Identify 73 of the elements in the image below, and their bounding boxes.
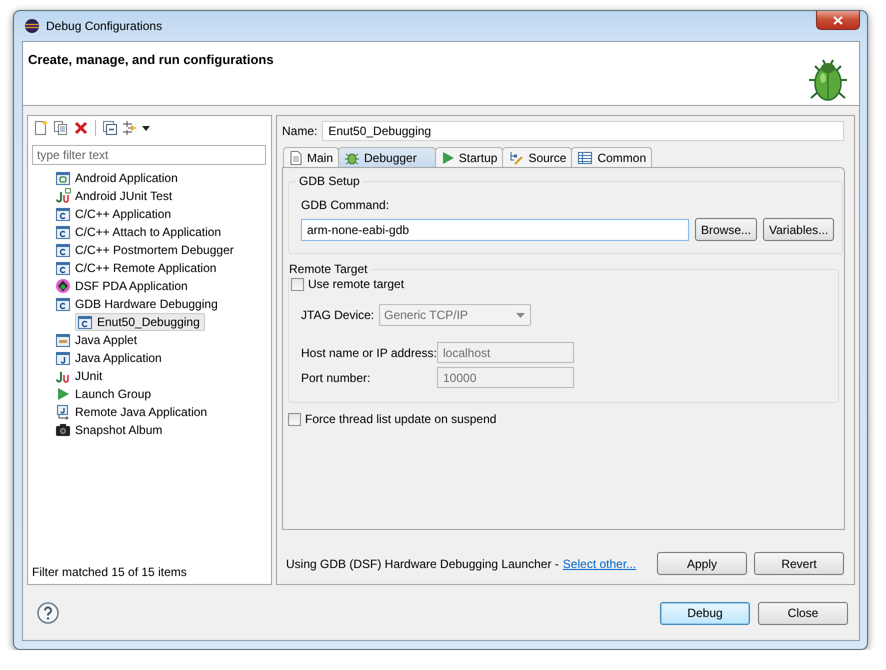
c-file-icon xyxy=(55,260,71,276)
tab[interactable]: Common xyxy=(571,147,652,167)
c-file-icon xyxy=(55,242,71,258)
android-app-icon xyxy=(55,170,71,186)
source-tree-icon xyxy=(508,150,524,166)
duplicate-icon[interactable] xyxy=(53,120,69,136)
delete-icon[interactable] xyxy=(73,120,89,136)
dialog-button[interactable]: Close xyxy=(758,602,848,624)
filter-status: Filter matched 15 of 15 items xyxy=(31,565,188,581)
java-file-icon xyxy=(55,350,71,366)
dropdown-caret-icon[interactable] xyxy=(142,126,150,130)
tree-item[interactable]: Java Applet xyxy=(55,331,140,349)
checkbox-label: Force thread list update on suspend xyxy=(305,412,496,426)
checkbox-label: Use remote target xyxy=(308,277,404,291)
name-field[interactable]: Enut50_Debugging xyxy=(322,121,844,141)
tree-item[interactable]: Android JUnit Test xyxy=(55,187,174,205)
command-field[interactable]: arm-none-eabi-gdb xyxy=(301,218,689,240)
play-icon xyxy=(55,386,71,402)
window-title: Debug Configurations xyxy=(46,19,162,33)
tree-item[interactable]: JUnit xyxy=(55,367,104,385)
tree-item[interactable]: C/C++ Attach to Application xyxy=(55,223,224,241)
document-icon xyxy=(289,150,303,166)
name-label: Name: xyxy=(282,124,318,138)
remote-java-icon xyxy=(55,404,71,420)
dropdown-caret-icon xyxy=(516,312,526,318)
checkbox[interactable] xyxy=(291,278,304,290)
tree-item[interactable]: Enut50_Debugging xyxy=(75,313,205,331)
c-file-icon xyxy=(77,314,93,330)
close-button[interactable] xyxy=(816,11,860,30)
c-file-icon xyxy=(55,224,71,240)
tree-item[interactable]: C/C++ Postmortem Debugger xyxy=(55,241,236,259)
applet-icon xyxy=(55,332,71,348)
tab[interactable]: Source xyxy=(502,147,572,167)
dialog-button[interactable]: Browse... xyxy=(695,218,758,241)
dialog-button[interactable]: Debug xyxy=(660,602,750,624)
camera-icon xyxy=(55,422,71,438)
tab[interactable]: Debugger xyxy=(338,147,436,167)
app-icon xyxy=(24,18,40,34)
field-label: GDB Command: xyxy=(301,198,390,212)
tree-item[interactable]: DSF PDA Application xyxy=(55,277,190,295)
filter-icon[interactable] xyxy=(122,120,138,136)
tree-item[interactable]: Launch Group xyxy=(55,385,154,403)
select-other-link[interactable]: Select other... xyxy=(562,556,636,570)
tree-item[interactable]: C/C++ Application xyxy=(55,205,174,223)
tree-item[interactable]: Remote Java Application xyxy=(55,403,210,421)
tree-item[interactable]: Java Application xyxy=(55,349,164,367)
help-icon[interactable] xyxy=(37,602,59,624)
table-icon xyxy=(577,150,594,164)
group-title: GDB Setup xyxy=(298,174,361,188)
dialog-button[interactable]: Revert xyxy=(754,552,844,575)
tab[interactable]: Main xyxy=(283,147,340,167)
group-title: Remote Target xyxy=(288,262,368,276)
field-label: JTAG Device: xyxy=(301,308,374,322)
c-file-icon xyxy=(55,206,71,222)
tree-item[interactable]: Snapshot Album xyxy=(55,421,164,439)
new-document-icon[interactable] xyxy=(33,120,49,136)
tree-item[interactable]: C/C++ Remote Application xyxy=(55,259,218,277)
tree-item[interactable]: Android Application xyxy=(55,169,180,187)
launcher-text: Using GDB (DSF) Hardware Debugging Launcher - xyxy=(286,556,559,570)
play-icon xyxy=(440,150,455,164)
dialog-button[interactable]: Variables... xyxy=(763,218,834,241)
c-file-icon xyxy=(55,296,71,312)
tree-item[interactable]: GDB Hardware Debugging xyxy=(55,295,220,313)
header-message: Create, manage, and run configurations xyxy=(28,52,274,69)
dsf-icon xyxy=(55,278,71,294)
filter-field[interactable]: type filter text xyxy=(32,145,266,165)
field-label: Port number: xyxy=(301,370,372,384)
checkbox[interactable] xyxy=(288,412,301,426)
junit-icon xyxy=(55,188,71,204)
dialog-button[interactable]: Apply xyxy=(657,552,747,575)
tab[interactable]: Startup xyxy=(434,147,504,167)
collapse-all-icon[interactable] xyxy=(102,120,118,136)
close-icon xyxy=(833,16,843,24)
